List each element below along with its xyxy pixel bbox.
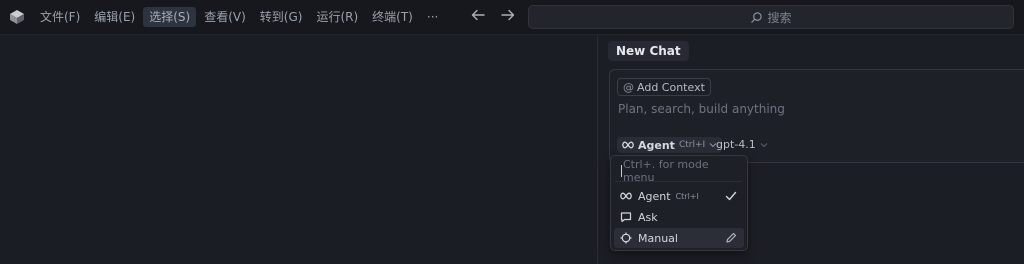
checkmark-icon bbox=[725, 191, 737, 201]
infinity-icon bbox=[619, 189, 633, 203]
mode-shortcut: Ctrl+I bbox=[678, 140, 706, 150]
menu-run[interactable]: 运行(R) bbox=[310, 7, 364, 27]
app-logo-icon bbox=[10, 10, 24, 24]
menu-bar: 文件(F) 编辑(E) 选择(S) 查看(V) 转到(G) 运行(R) 终端(T… bbox=[34, 0, 446, 34]
chat-composer[interactable]: @ Add Context Plan, search, build anythi… bbox=[609, 69, 1024, 163]
mode-menu-search-placeholder: Ctrl+. for mode menu bbox=[622, 157, 709, 184]
mode-option-label: Manual bbox=[638, 231, 678, 245]
add-context-button[interactable]: @ Add Context bbox=[617, 78, 711, 96]
tab-new-chat[interactable]: New Chat bbox=[608, 41, 689, 61]
command-search-box[interactable]: 搜索 bbox=[528, 5, 1014, 29]
menu-selection[interactable]: 选择(S) bbox=[143, 7, 197, 27]
mode-option-manual[interactable]: Manual bbox=[614, 228, 744, 248]
chevron-down-icon bbox=[760, 142, 768, 147]
mode-menu-search-input[interactable]: Ctrl+. for mode menu bbox=[615, 157, 742, 184]
at-sign-icon: @ bbox=[623, 80, 634, 94]
text-caret bbox=[621, 164, 622, 177]
back-arrow-icon[interactable] bbox=[470, 7, 486, 23]
search-label: 搜索 bbox=[767, 10, 792, 25]
menu-view[interactable]: 查看(V) bbox=[198, 7, 252, 27]
forward-arrow-icon[interactable] bbox=[500, 7, 516, 23]
menu-file[interactable]: 文件(F) bbox=[34, 7, 86, 27]
mode-option-shortcut: Ctrl+I bbox=[675, 191, 699, 201]
mode-label: Agent bbox=[638, 138, 675, 152]
editor-area bbox=[0, 35, 597, 264]
chat-bubble-icon bbox=[619, 210, 633, 224]
title-bar: 文件(F) 编辑(E) 选择(S) 查看(V) 转到(G) 运行(R) 终端(T… bbox=[0, 0, 1024, 35]
model-label: gpt-4.1 bbox=[716, 138, 756, 151]
menu-more[interactable]: ··· bbox=[421, 7, 444, 27]
infinity-icon bbox=[622, 141, 634, 149]
search-icon bbox=[751, 11, 763, 23]
mode-option-ask[interactable]: Ask bbox=[614, 207, 744, 227]
mode-option-label: Agent bbox=[638, 189, 671, 203]
navigation-arrows bbox=[470, 7, 516, 23]
pencil-icon[interactable] bbox=[724, 231, 738, 245]
crosshair-icon bbox=[619, 231, 633, 245]
menu-go[interactable]: 转到(G) bbox=[254, 7, 309, 27]
model-selector-button[interactable]: gpt-4.1 bbox=[716, 138, 768, 151]
chat-input-placeholder[interactable]: Plan, search, build anything bbox=[618, 102, 785, 116]
mode-selector-button[interactable]: Agent Ctrl+I bbox=[617, 137, 723, 153]
mode-option-agent[interactable]: Agent Ctrl+I bbox=[614, 186, 744, 206]
mode-dropdown-menu: Ctrl+. for mode menu Agent Ctrl+I Ask Ma… bbox=[610, 155, 748, 251]
mode-option-label: Ask bbox=[638, 210, 658, 224]
add-context-label: Add Context bbox=[637, 80, 705, 94]
menu-terminal[interactable]: 终端(T) bbox=[366, 7, 419, 27]
menu-edit[interactable]: 编辑(E) bbox=[88, 7, 141, 27]
